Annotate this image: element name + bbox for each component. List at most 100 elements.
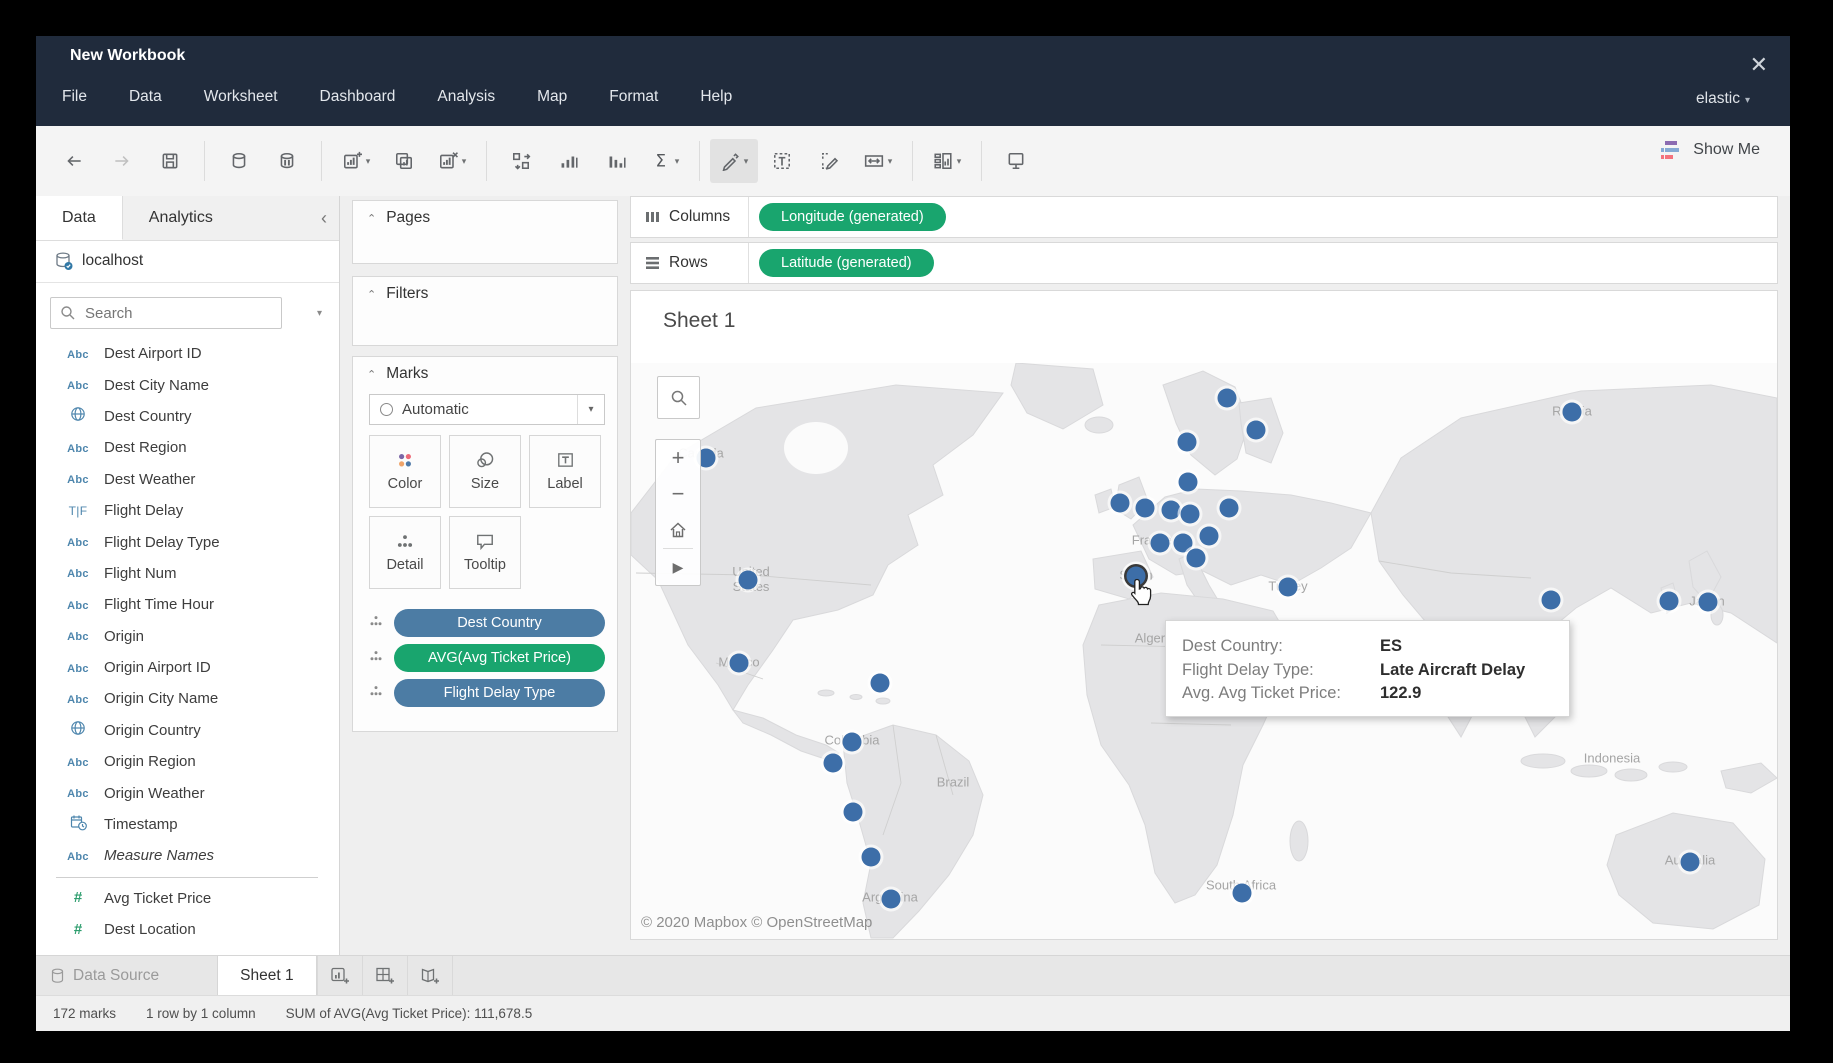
new-data-source-button[interactable] [215, 139, 263, 183]
detail-shelf-button[interactable]: Detail [369, 516, 441, 589]
new-story-button[interactable] [408, 956, 453, 996]
pill-latitude-generated-[interactable]: Latitude (generated) [759, 249, 934, 277]
data-source-tab[interactable]: Data Source [36, 956, 185, 996]
field-avg-ticket-price[interactable]: #Avg Ticket Price [36, 883, 339, 914]
field-origin-city-name[interactable]: AbcOrigin City Name [36, 683, 339, 714]
map-mark[interactable] [824, 754, 843, 773]
pages-card[interactable]: ⌃ Pages [352, 200, 618, 264]
map-mark[interactable] [1200, 527, 1219, 546]
sheet-tab-sheet-1[interactable]: Sheet 1 [217, 956, 316, 996]
clear-sheet-button[interactable]: ▾ [428, 139, 476, 183]
map-mark[interactable] [1218, 389, 1237, 408]
presentation-mode-button[interactable] [992, 139, 1040, 183]
filters-card[interactable]: ⌃ Filters [352, 276, 618, 346]
map-mark[interactable] [843, 733, 862, 752]
field-origin-region[interactable]: AbcOrigin Region [36, 746, 339, 777]
zoom-home-button[interactable] [656, 512, 700, 548]
menu-format[interactable]: Format [607, 82, 660, 112]
new-dashboard-button[interactable] [363, 956, 408, 996]
map-mark[interactable] [1162, 501, 1181, 520]
pill-dest-country[interactable]: Dest Country [394, 609, 605, 637]
field-flight-num[interactable]: AbcFlight Num [36, 558, 339, 589]
field-measure-names[interactable]: AbcMeasure Names [36, 840, 339, 871]
color-shelf-button[interactable]: Color [369, 435, 441, 508]
detail-shelf-icon[interactable] [369, 614, 383, 633]
menu-dashboard[interactable]: Dashboard [318, 82, 398, 112]
menu-analysis[interactable]: Analysis [435, 82, 497, 112]
pill-flight-delay-type[interactable]: Flight Delay Type [394, 679, 605, 707]
sort-descending-button[interactable] [593, 139, 641, 183]
map-mark[interactable] [1179, 473, 1198, 492]
map-mark[interactable] [1178, 433, 1197, 452]
search-box[interactable] [50, 297, 282, 329]
user-menu[interactable]: elastic▾ [1696, 90, 1750, 108]
map-mark[interactable] [1111, 494, 1130, 513]
map-canvas[interactable]: CanadaUnited StatesMexicoColombiaBrazilA… [631, 363, 1777, 939]
zoom-out-button[interactable]: − [656, 476, 700, 512]
field-dest-location[interactable]: #Dest Location [36, 914, 339, 945]
mark-type-dropdown[interactable]: Automatic ▾ [369, 394, 605, 425]
map-mark[interactable] [1220, 499, 1239, 518]
field-dest-airport-id[interactable]: AbcDest Airport ID [36, 338, 339, 369]
field-timestamp[interactable]: Timestamp [36, 809, 339, 840]
tab-analytics[interactable]: Analytics [123, 196, 239, 240]
detail-shelf-icon[interactable] [369, 684, 383, 703]
field-origin-airport-id[interactable]: AbcOrigin Airport ID [36, 652, 339, 683]
map-mark[interactable] [1279, 578, 1298, 597]
data-connection[interactable]: localhost [36, 240, 339, 283]
map-mark[interactable] [1681, 853, 1700, 872]
field-origin-weather[interactable]: AbcOrigin Weather [36, 777, 339, 808]
fit-button[interactable]: ▾ [854, 139, 902, 183]
show-mark-labels-button[interactable] [758, 139, 806, 183]
map-mark[interactable] [862, 848, 881, 867]
show-cards-button[interactable]: ▾ [923, 139, 971, 183]
menu-worksheet[interactable]: Worksheet [202, 82, 280, 112]
map-search-button[interactable] [657, 376, 700, 419]
map-mark[interactable] [1136, 499, 1155, 518]
sort-ascending-button[interactable] [545, 139, 593, 183]
menu-map[interactable]: Map [535, 82, 569, 112]
field-flight-delay[interactable]: T|FFlight Delay [36, 495, 339, 526]
totals-button[interactable]: Σ▾ [641, 139, 689, 183]
field-origin-country[interactable]: Origin Country [36, 715, 339, 746]
highlight-button[interactable]: ▾ [710, 139, 758, 183]
map-mark[interactable] [882, 890, 901, 909]
field-dest-region[interactable]: AbcDest Region [36, 432, 339, 463]
rows-shelf[interactable]: Rows Latitude (generated) [630, 242, 1778, 284]
map-mark[interactable] [1247, 421, 1266, 440]
detail-shelf-icon[interactable] [369, 649, 383, 668]
new-worksheet-button[interactable] [317, 956, 363, 996]
map-mark[interactable] [1187, 549, 1206, 568]
search-options-icon[interactable]: ▾ [313, 304, 326, 323]
map-mark[interactable] [871, 674, 890, 693]
map-mark[interactable] [1181, 505, 1200, 524]
new-worksheet-button[interactable]: ▾ [332, 139, 380, 183]
collapse-pane-icon[interactable]: ‹ [309, 196, 339, 240]
field-flight-delay-type[interactable]: AbcFlight Delay Type [36, 526, 339, 557]
size-shelf-button[interactable]: Size [449, 435, 521, 508]
show-me-button[interactable]: Show Me [1659, 140, 1760, 160]
close-icon[interactable]: ✕ [1750, 54, 1768, 76]
chevron-down-icon[interactable]: ▾ [577, 395, 604, 424]
map-mark[interactable] [730, 654, 749, 673]
pill-avg-avg-ticket-price-[interactable]: AVG(Avg Ticket Price) [394, 644, 605, 672]
menu-file[interactable]: File [60, 82, 89, 112]
pill-longitude-generated-[interactable]: Longitude (generated) [759, 203, 946, 231]
pan-controls-button[interactable]: ▶ [656, 549, 700, 585]
map-mark[interactable] [1660, 592, 1679, 611]
field-origin[interactable]: AbcOrigin [36, 621, 339, 652]
map-mark[interactable] [1542, 591, 1561, 610]
tab-data[interactable]: Data [36, 196, 123, 240]
field-distance-kilometers[interactable]: #Distance Kilometers [36, 945, 339, 955]
search-input[interactable] [83, 304, 257, 323]
zoom-in-button[interactable]: + [656, 440, 700, 476]
map-mark[interactable] [1699, 593, 1718, 612]
collapse-icon[interactable]: ⌃ [367, 212, 376, 225]
field-dest-city-name[interactable]: AbcDest City Name [36, 369, 339, 400]
map-mark[interactable] [739, 571, 758, 590]
field-flight-time-hour[interactable]: AbcFlight Time Hour [36, 589, 339, 620]
map-mark[interactable] [844, 803, 863, 822]
columns-shelf[interactable]: Columns Longitude (generated) [630, 196, 1778, 238]
save-button[interactable] [146, 139, 194, 183]
annotate-button[interactable] [806, 139, 854, 183]
